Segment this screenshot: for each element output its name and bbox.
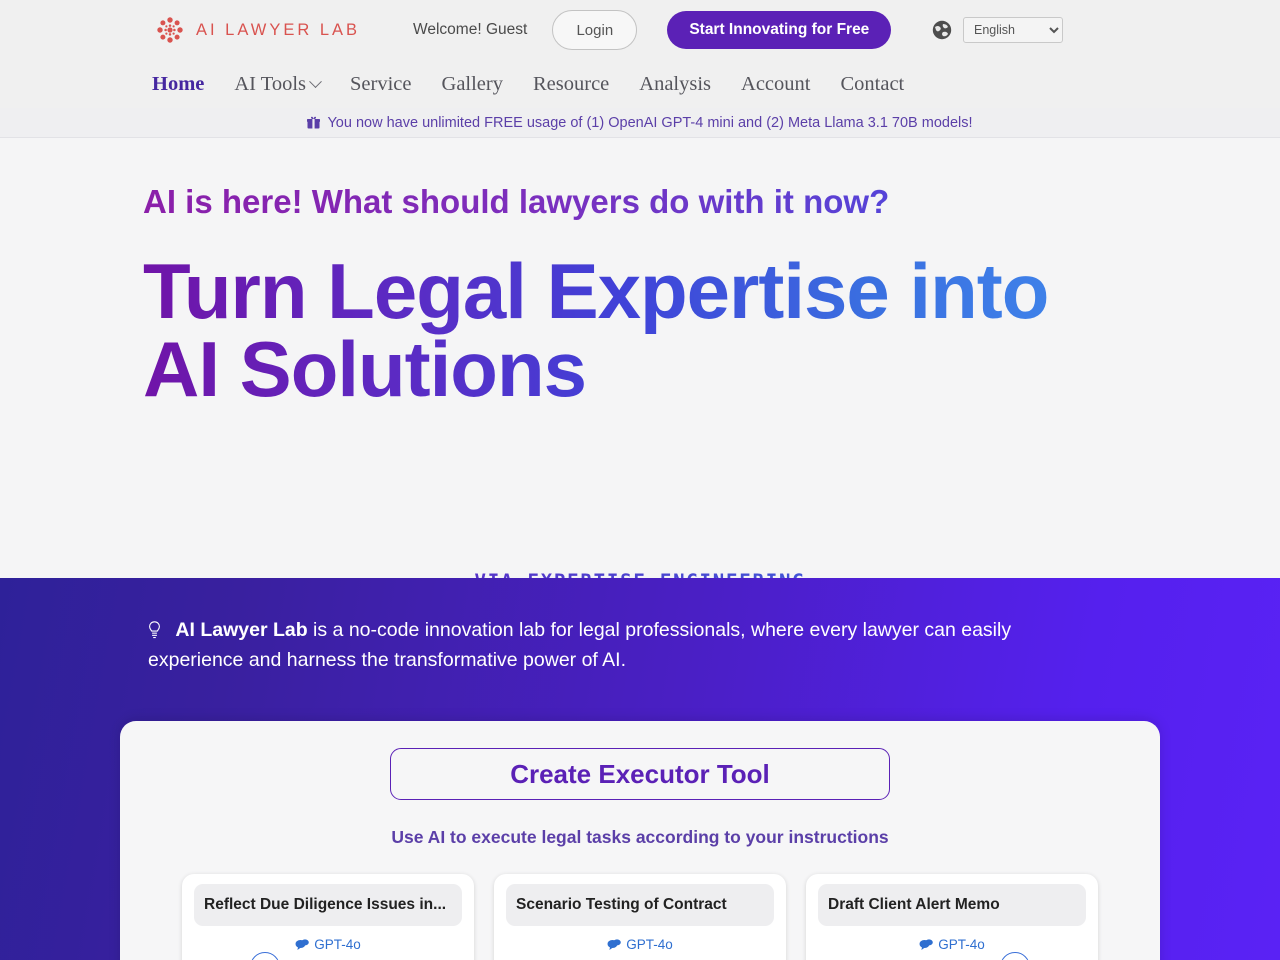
globe-icon [931,19,953,41]
brand-name: AI LAWYER LAB [196,20,361,39]
language-select[interactable]: English [963,17,1063,43]
chat-bubbles-icon [607,938,622,951]
tool-card-model-label: GPT-4o [314,937,361,952]
intro-band: AI Lawyer Lab is a no-code innovation la… [0,578,1280,960]
intro-brand-lead: AI Lawyer Lab [175,619,308,641]
language-switcher[interactable]: English [931,17,1063,43]
nav-label: Home [152,72,205,95]
tool-card-title: Reflect Due Diligence Issues in... [194,884,462,926]
intro-description: AI Lawyer Lab is a no-code innovation la… [148,578,1078,676]
announcement-text: You now have unlimited FREE usage of (1)… [327,114,973,131]
tool-card-model-label: GPT-4o [938,937,985,952]
gift-icon [307,116,321,129]
chat-bubbles-icon [919,938,934,951]
tool-card-title: Draft Client Alert Memo [818,884,1086,926]
nav-item-home[interactable]: Home [152,73,204,96]
start-innovating-button[interactable]: Start Innovating for Free [667,11,892,49]
tool-card-title: Scenario Testing of Contract [506,884,774,926]
nav-label: Gallery [441,72,503,95]
nav-label: AI Tools [234,72,307,95]
page-title: Turn Legal Expertise into AI Solutions [143,252,1073,407]
chevron-down-icon [309,74,322,88]
nav-label: Contact [840,72,905,95]
molecule-logo-icon [155,15,185,45]
hero-kicker: AI is here! What should lawyers do with … [143,183,1280,220]
main-navigation: Home AI Tools Service Gallery Resource A… [0,60,1280,108]
nav-item-ai-tools[interactable]: AI Tools [234,72,322,96]
nav-label: Analysis [639,72,712,95]
executor-tool-panel: Create Executor Tool Use AI to execute l… [120,721,1160,960]
tool-card[interactable]: Scenario Testing of Contract GPT-4o This… [494,874,786,960]
tool-card-model-label: GPT-4o [626,937,673,952]
announcement-banner: You now have unlimited FREE usage of (1)… [0,108,1280,138]
nav-label: Service [350,72,412,95]
hero-section: AI is here! What should lawyers do with … [0,138,1280,592]
create-executor-tool-button[interactable]: Create Executor Tool [390,748,890,800]
tool-card-model: GPT-4o [818,937,1086,952]
nav-label: Resource [533,72,610,95]
nav-item-account[interactable]: Account [741,73,810,96]
tool-card[interactable]: Reflect Due Diligence Issues in... GPT-4… [182,874,474,960]
tool-card-model: GPT-4o [194,937,462,952]
tool-card-model: GPT-4o [506,937,774,952]
login-button[interactable]: Login [552,10,638,50]
tool-carousel: Reflect Due Diligence Issues in... GPT-4… [120,874,1160,960]
nav-item-service[interactable]: Service [350,73,411,96]
nav-item-analysis[interactable]: Analysis [639,73,711,96]
nav-item-gallery[interactable]: Gallery [442,73,503,96]
nav-item-resource[interactable]: Resource [533,73,609,96]
chat-bubbles-icon [295,938,310,951]
lightbulb-icon [148,619,175,641]
nav-label: Account [741,72,811,95]
top-header-bar: AI LAWYER LAB Welcome! Guest Login Start… [0,0,1280,60]
welcome-text: Welcome! Guest [413,21,528,38]
nav-item-contact[interactable]: Contact [840,73,904,96]
executor-tool-subtitle: Use AI to execute legal tasks according … [391,827,889,847]
brand-logo[interactable]: AI LAWYER LAB [155,15,360,45]
tool-card[interactable]: Draft Client Alert Memo GPT-4o This tool… [806,874,1098,960]
